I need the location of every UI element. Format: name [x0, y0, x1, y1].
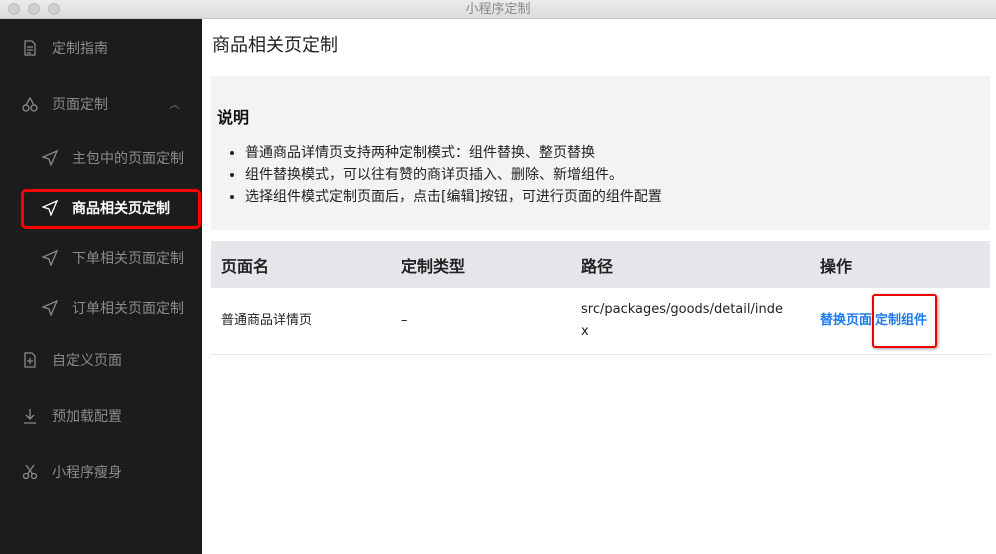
nav-label: 定制指南: [52, 41, 108, 57]
column-header: 页面名: [211, 241, 391, 288]
pages-table: 页面名 定制类型 路径 操作 普通商品详情页 – src/packages/go…: [211, 241, 990, 355]
main-content: 商品相关页定制 说明 普通商品详情页支持两种定制模式：组件替换、整页替换 组件替…: [202, 19, 996, 554]
table-header: 页面名 定制类型 路径 操作: [211, 241, 990, 288]
document-icon: [24, 40, 36, 56]
column-header: 路径: [571, 241, 810, 288]
sidebar-item-main-package[interactable]: 主包中的页面定制: [0, 138, 202, 178]
info-point: 普通商品详情页支持两种定制模式：组件替换、整页替换: [245, 142, 984, 164]
nav-label: 下单相关页面定制: [72, 251, 184, 267]
nav-label: 主包中的页面定制: [72, 151, 184, 167]
sidebar-item-custom-page[interactable]: 自定义页面: [0, 340, 202, 380]
info-panel: 说明 普通商品详情页支持两种定制模式：组件替换、整页替换 组件替换模式，可以往有…: [211, 76, 990, 230]
customize-components-link[interactable]: 定制组件: [875, 313, 927, 328]
navigation-arrow-icon: [42, 150, 58, 166]
sidebar-item-guide[interactable]: 定制指南: [0, 28, 202, 68]
replace-page-link[interactable]: 替换页面: [820, 313, 872, 328]
column-header: 操作: [810, 241, 990, 288]
info-point: 选择组件模式定制页面后，点击[编辑]按钮，可进行页面的组件配置: [245, 186, 984, 208]
table-row: 普通商品详情页 – src/packages/goods/detail/inde…: [211, 288, 990, 355]
nav-label: 订单相关页面定制: [72, 301, 184, 317]
highlight-box: 定制组件: [872, 293, 938, 348]
page-title: 商品相关页定制: [212, 35, 338, 56]
highlight-box: [21, 189, 201, 229]
sidebar-item-slim[interactable]: 小程序瘦身: [0, 452, 202, 492]
title-bar: 小程序定制: [0, 0, 996, 19]
window-title: 小程序定制: [465, 2, 531, 17]
download-icon: [24, 409, 36, 424]
sidebar-item-page-custom[interactable]: 页面定制 ︿: [0, 84, 202, 124]
scissors-icon: [22, 464, 38, 480]
sidebar-item-order-pages[interactable]: 订单相关页面定制: [0, 288, 202, 328]
column-header: 定制类型: [391, 241, 571, 288]
custom-type-cell: –: [391, 288, 571, 355]
info-heading: 说明: [217, 108, 250, 127]
cherry-icon: [22, 96, 38, 112]
path-cell: src/packages/goods/detail/index: [571, 288, 810, 355]
page-name-cell: 普通商品详情页: [211, 288, 391, 355]
nav-label: 页面定制: [52, 97, 108, 113]
file-plus-icon: [24, 352, 36, 368]
actions-cell: 替换页面 定制组件: [810, 288, 990, 355]
navigation-arrow-icon: [42, 300, 58, 316]
sidebar-item-checkout-pages[interactable]: 下单相关页面定制: [0, 238, 202, 278]
info-point: 组件替换模式，可以往有赞的商详页插入、删除、新增组件。: [245, 164, 984, 186]
nav-label: 预加载配置: [52, 409, 122, 425]
minimize-window-button[interactable]: [28, 3, 40, 15]
sidebar-item-preload[interactable]: 预加载配置: [0, 396, 202, 436]
nav-label: 小程序瘦身: [52, 465, 122, 481]
navigation-arrow-icon: [42, 250, 58, 266]
chevron-up-icon[interactable]: ︿: [169, 96, 180, 112]
close-window-button[interactable]: [8, 3, 20, 15]
nav-label: 自定义页面: [52, 353, 122, 369]
sidebar: 定制指南 页面定制 ︿ 主包中的页面定制 商品相关页定制 下单相关页面定制 订单相…: [0, 19, 202, 554]
zoom-window-button[interactable]: [48, 3, 60, 15]
